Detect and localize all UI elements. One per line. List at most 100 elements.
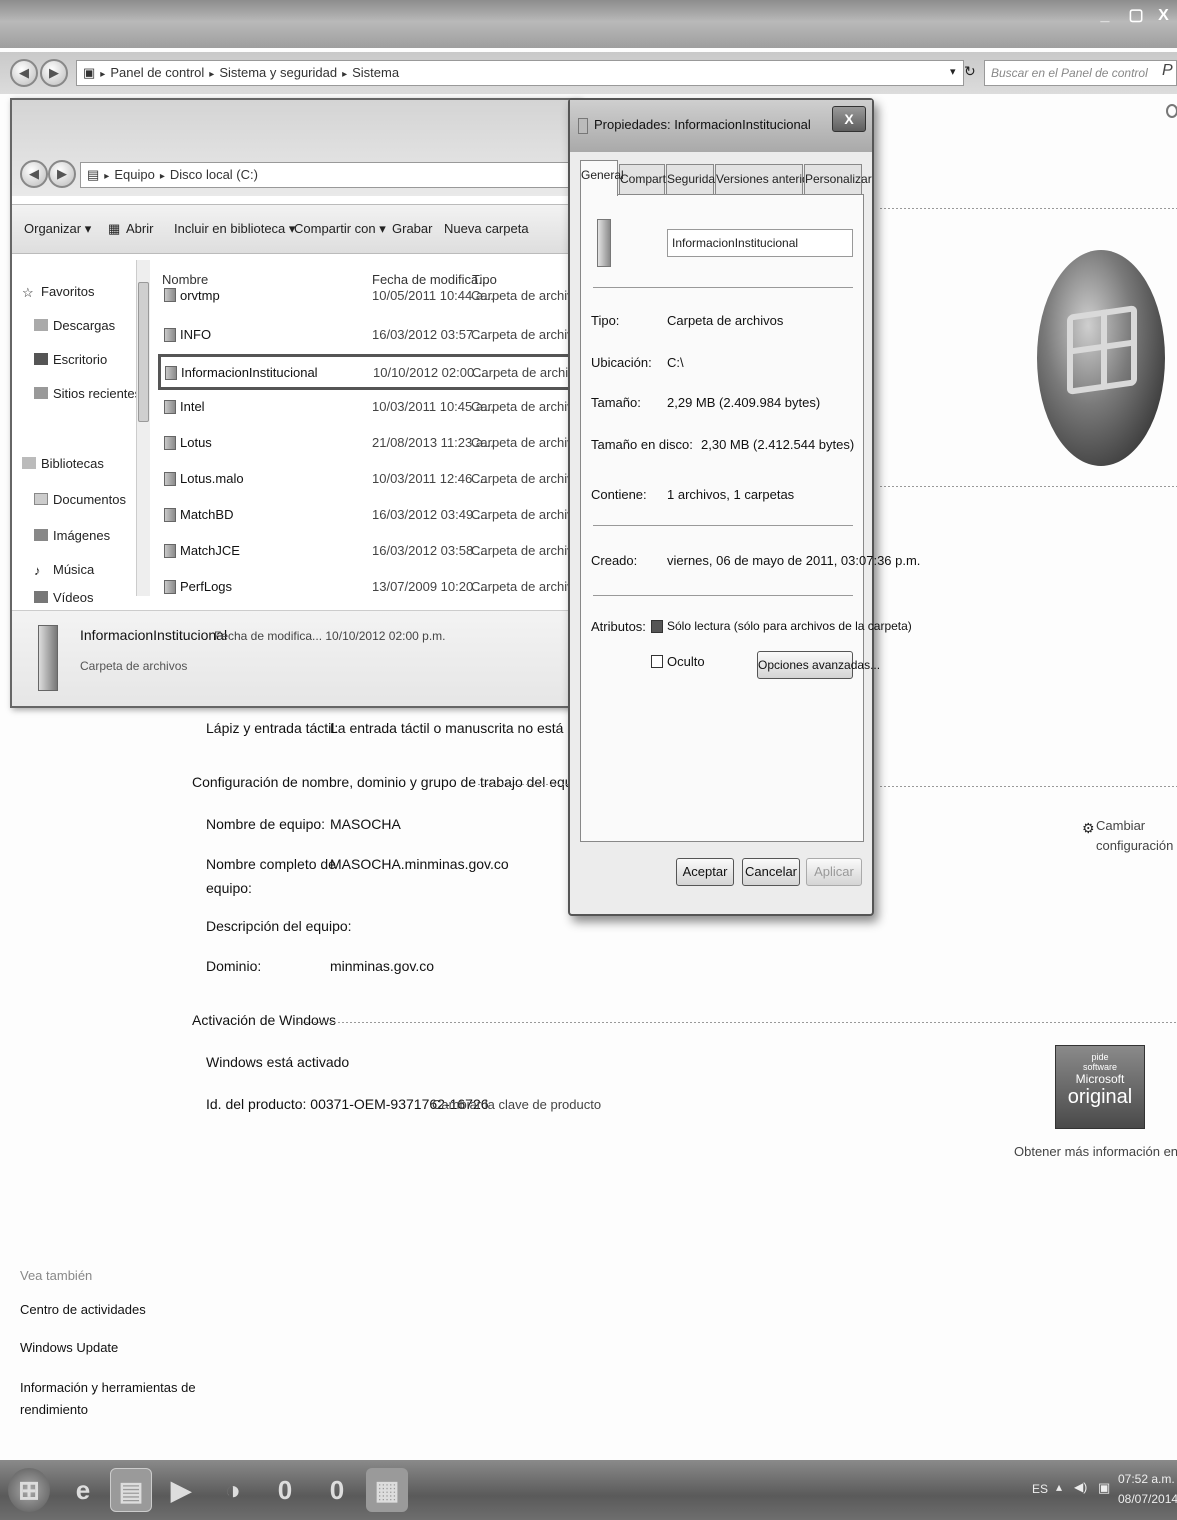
nav-documents[interactable]: Documentos <box>34 492 126 507</box>
breadcrumb-item[interactable]: Equipo <box>114 167 154 182</box>
media-player-icon[interactable]: ▶ <box>160 1468 202 1512</box>
more-info-link[interactable]: Obtener más información en línea... <box>1014 1144 1177 1159</box>
scrollbar-thumb[interactable] <box>138 282 149 422</box>
forward-icon[interactable]: ▶ <box>40 59 68 87</box>
volume-icon[interactable]: ◀) <box>1074 1480 1087 1494</box>
table-row-selected[interactable]: InformacionInstitucional 10/10/2012 02:0… <box>158 354 588 390</box>
ok-button[interactable]: Aceptar <box>676 858 734 886</box>
advanced-options-button[interactable]: Opciones avanzadas... <box>757 651 880 679</box>
column-name[interactable]: Nombre <box>162 272 208 287</box>
tab-previous-versions[interactable]: Versiones anteriores <box>715 164 825 194</box>
clock-time[interactable]: 07:52 a.m. <box>1118 1472 1175 1486</box>
genuine-text: Microsoft <box>1075 1072 1125 1086</box>
include-library-button[interactable]: Incluir en biblioteca ▾ <box>174 221 295 237</box>
nav-pictures[interactable]: Imágenes <box>34 528 110 543</box>
table-row[interactable]: MatchJCE 16/03/2012 03:58 ... Carpeta de… <box>162 536 587 566</box>
nav-desktop[interactable]: Escritorio <box>34 352 107 367</box>
nav-favorites[interactable]: ☆ Favoritos <box>22 284 94 300</box>
divider <box>593 287 853 288</box>
table-row[interactable]: Lotus.malo 10/03/2011 12:46 ... Carpeta … <box>162 464 587 494</box>
folder-icon <box>164 400 176 414</box>
file-name: PerfLogs <box>180 579 233 594</box>
genuine-text: original <box>1067 1086 1133 1108</box>
nav-downloads[interactable]: Descargas <box>34 318 115 333</box>
size-value: 2,29 MB (2.409.984 bytes) <box>667 395 821 410</box>
file-name: MatchJCE <box>180 543 240 558</box>
dialog-close-button[interactable]: X <box>832 106 866 132</box>
burn-button[interactable]: Grabar <box>392 221 432 236</box>
table-row[interactable]: MatchBD 16/03/2012 03:49 ... Carpeta de … <box>162 500 587 530</box>
open-button[interactable]: Abrir <box>126 221 153 236</box>
recent-places-icon <box>34 387 48 399</box>
open-icon[interactable]: ▦ <box>108 221 120 237</box>
app-icon[interactable]: 0 <box>316 1468 358 1512</box>
table-row[interactable]: PerfLogs 13/07/2009 10:20 ... Carpeta de… <box>162 572 587 602</box>
language-indicator[interactable]: ES <box>1032 1482 1048 1496</box>
minimize-button[interactable]: _ <box>1090 4 1120 28</box>
hidden-checkbox[interactable] <box>651 655 663 668</box>
change-settings-link-2[interactable]: configuración <box>1096 838 1173 853</box>
tab-customize[interactable]: Personalizar <box>804 164 872 194</box>
nav-recent[interactable]: Sitios recientes <box>34 386 141 401</box>
readonly-checkbox[interactable] <box>651 620 663 633</box>
documents-icon <box>34 493 48 505</box>
attributes-label: Atributos: <box>591 619 646 634</box>
table-row[interactable]: INFO 16/03/2012 03:57 ... Carpeta de arc… <box>162 320 587 350</box>
app-icon[interactable]: ◑ <box>212 1468 254 1512</box>
divider <box>880 786 1177 787</box>
refresh-icon[interactable]: ↻ <box>964 63 976 80</box>
change-key-link[interactable]: Cambiar la clave de producto <box>432 1097 601 1112</box>
search-icon[interactable]: P <box>1162 62 1173 80</box>
internet-explorer-icon[interactable]: e <box>62 1468 104 1512</box>
window-titlebar: _ ▢ X <box>0 0 1177 48</box>
properties-dialog: Propiedades: InformacionInstitucional X … <box>568 98 920 916</box>
apply-button[interactable]: Aplicar <box>806 858 862 886</box>
search-input[interactable]: Buscar en el Panel de control <box>984 60 1177 86</box>
new-folder-button[interactable]: Nueva carpeta <box>444 221 529 236</box>
tab-security[interactable]: Seguridad <box>666 164 722 194</box>
tray-arrow-icon[interactable]: ▴ <box>1056 1480 1062 1494</box>
back-icon[interactable]: ◀ <box>10 59 38 87</box>
nav-music[interactable]: ♪ Música <box>34 562 95 578</box>
forward-icon[interactable]: ▶ <box>48 160 76 188</box>
link-action-center[interactable]: Centro de actividades <box>20 1302 146 1317</box>
explorer-breadcrumb[interactable]: ▤ ▸ Equipo ▸ Disco local (C:) <box>80 162 580 188</box>
close-button[interactable]: X <box>1150 4 1177 28</box>
tab-share[interactable]: Compartir <box>619 164 673 194</box>
table-row[interactable]: orvtmp 10/05/2011 10:44 a... Carpeta de … <box>162 286 572 308</box>
dropdown-arrow-icon[interactable]: ▾ <box>950 65 956 78</box>
cancel-button[interactable]: Cancelar <box>742 858 800 886</box>
breadcrumb-item[interactable]: Sistema y seguridad <box>219 65 337 80</box>
table-row[interactable]: Lotus 21/08/2013 11:23 a... Carpeta de a… <box>162 428 587 458</box>
back-icon[interactable]: ◀ <box>20 160 48 188</box>
change-settings-link[interactable]: Cambiar <box>1096 818 1145 833</box>
start-button-icon[interactable]: ⊞ <box>8 1468 50 1512</box>
control-panel-icon[interactable]: ▦ <box>366 1468 408 1512</box>
nav-videos[interactable]: Vídeos <box>34 590 93 604</box>
share-with-button[interactable]: Compartir con ▾ <box>294 221 386 237</box>
breadcrumb-item[interactable]: Panel de control <box>110 65 204 80</box>
maximize-button[interactable]: ▢ <box>1122 4 1150 28</box>
file-explorer-icon[interactable]: ▤ <box>110 1468 152 1512</box>
link-windows-update[interactable]: Windows Update <box>20 1340 118 1355</box>
app-icon[interactable]: 0 <box>264 1468 306 1512</box>
breadcrumb-item[interactable]: Disco local (C:) <box>170 167 258 182</box>
breadcrumb[interactable]: ▣ ▸ Panel de control ▸ Sistema y seguridad ▸ S… <box>76 60 964 86</box>
breadcrumb-item[interactable]: Sistema <box>352 65 399 80</box>
link-performance[interactable]: Información y herramientas de <box>20 1380 196 1395</box>
folder-name-input[interactable]: InformacionInstitucional <box>667 229 853 257</box>
nav-scrollbar[interactable] <box>136 260 150 596</box>
shield-icon: ⚙ <box>1082 820 1095 836</box>
dialog-titlebar: Propiedades: InformacionInstitucional <box>570 100 872 152</box>
network-icon[interactable]: ▣ <box>1098 1480 1110 1496</box>
organize-button[interactable]: Organizar ▾ <box>24 221 91 237</box>
nav-libraries[interactable]: Bibliotecas <box>22 456 104 471</box>
folder-icon <box>597 219 611 267</box>
clock-date[interactable]: 08/07/2014 <box>1118 1492 1177 1506</box>
column-type[interactable]: Tipo <box>472 272 497 287</box>
nav-label: Música <box>53 562 95 577</box>
tab-general[interactable]: General <box>580 160 624 196</box>
table-row[interactable]: Intel 10/03/2011 10:45 a... Carpeta de a… <box>162 392 587 422</box>
link-performance-2[interactable]: rendimiento <box>20 1402 88 1417</box>
help-icon[interactable] <box>1166 104 1177 118</box>
